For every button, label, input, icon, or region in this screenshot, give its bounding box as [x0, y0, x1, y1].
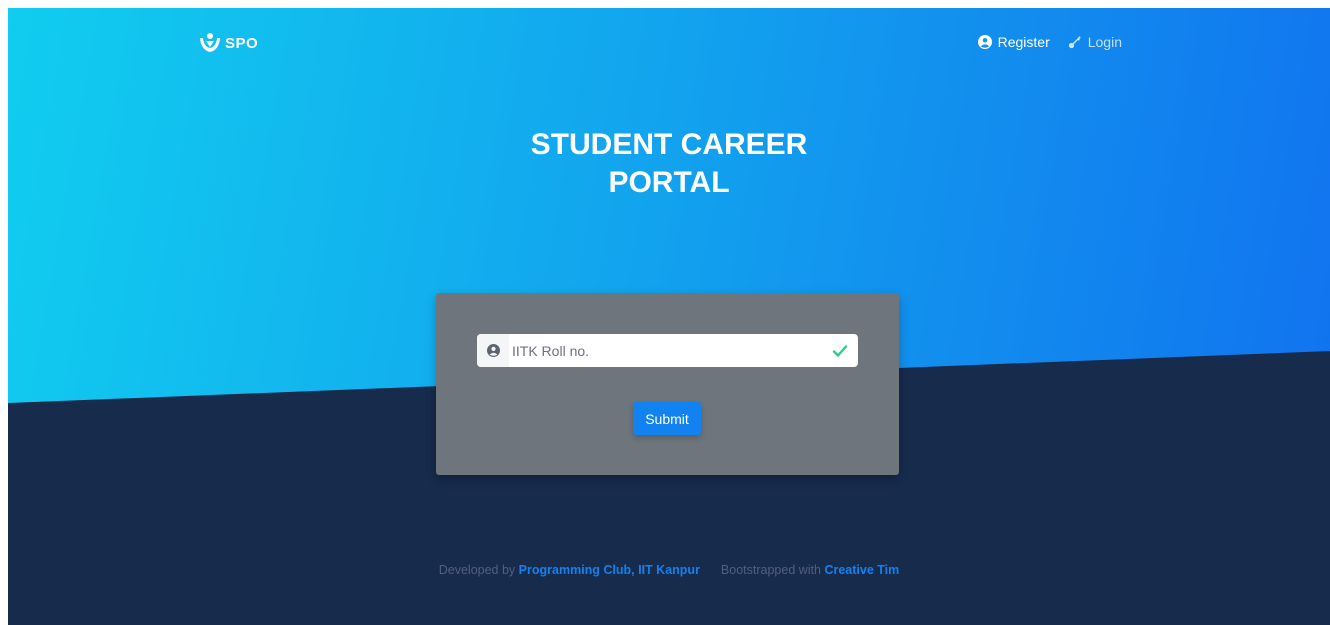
spo-logo-icon — [200, 33, 220, 52]
brand-name: SPO — [225, 34, 259, 52]
submit-button[interactable]: Submit — [633, 402, 701, 435]
programming-club-link[interactable]: Programming Club, IIT Kanpur — [519, 563, 700, 577]
roll-input-group — [477, 334, 858, 367]
input-prefix — [477, 334, 509, 367]
title-line-2: PORTAL — [608, 166, 730, 199]
login-link[interactable]: Login — [1068, 34, 1122, 50]
footer-developed-prefix: Developed by — [438, 563, 516, 577]
roll-number-input[interactable] — [509, 334, 832, 367]
register-link[interactable]: Register — [977, 34, 1050, 50]
key-icon — [1068, 36, 1081, 49]
footer-bootstrapped-prefix: Bootstrapped with — [720, 563, 821, 577]
roll-form-card: Submit — [436, 293, 899, 475]
footer: Developed by Programming Club, IIT Kanpu… — [8, 563, 1330, 577]
check-icon — [832, 344, 848, 357]
brand[interactable]: SPO — [198, 32, 258, 54]
page: SPO Register Login STUDENT CAREER PORTAL — [8, 8, 1330, 625]
login-label: Login — [1087, 34, 1122, 50]
register-label: Register — [997, 34, 1050, 50]
user-circle-icon — [486, 344, 500, 357]
title-line-1: STUDENT CAREER — [530, 128, 808, 161]
user-circle-icon — [977, 35, 992, 49]
top-nav: Register Login — [977, 34, 1122, 50]
page-title: STUDENT CAREER PORTAL — [8, 126, 1330, 202]
creative-tim-link[interactable]: Creative Tim — [824, 563, 899, 577]
